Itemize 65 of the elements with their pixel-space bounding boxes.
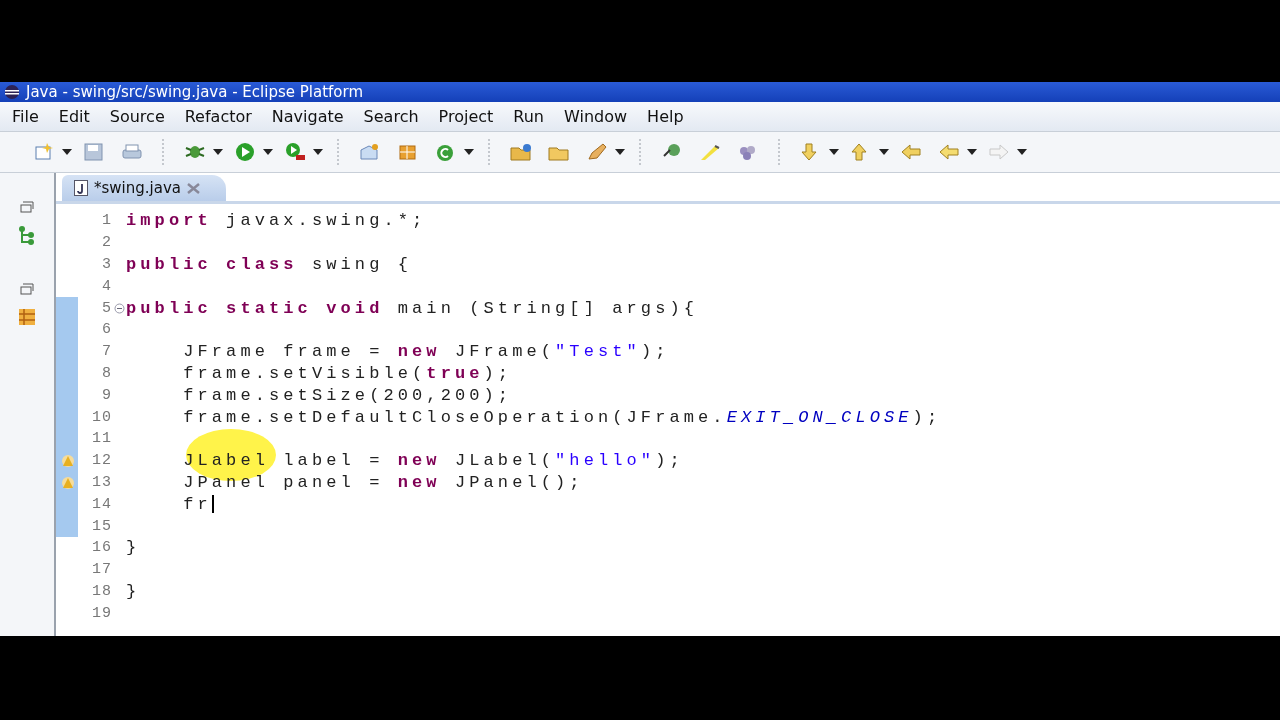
menu-item[interactable]: Refactor [174,107,262,126]
close-icon[interactable] [187,182,200,194]
line-number: 10 [91,408,112,426]
tree-icon[interactable] [17,225,37,245]
code-line: public class swing { [126,255,413,274]
caret-icon[interactable] [313,149,323,155]
code-line: JFrame frame = new JFrame("Test"); [182,342,670,362]
code-line: frame.setDefaultCloseOperation(JFrame.EXIT_ON_CLOSE); [182,407,942,427]
line-number: 9 [101,386,112,404]
line-number: 17 [91,561,112,579]
editor-tab[interactable]: *swing.java [62,175,226,201]
window-title: Java - swing/src/swing.java - Eclipse Platform [26,83,363,101]
caret-icon[interactable] [829,149,839,155]
caret-icon[interactable] [62,149,72,155]
caret-icon[interactable] [1017,149,1027,155]
line-number: 16 [91,539,112,557]
caret-icon[interactable] [464,149,474,155]
line-number: 18 [91,582,112,600]
code-line: } [126,538,141,558]
line-number: 2 [101,234,112,252]
line-number: 8 [101,364,112,382]
menu-item[interactable]: Project [428,107,504,126]
run-icon[interactable] [233,141,257,163]
caret-icon[interactable] [879,149,889,155]
external-tools-icon[interactable] [283,141,307,163]
code-line: JPanel panel = new JPanel(); [182,472,584,492]
menu-item[interactable]: Run [503,107,554,126]
menu-item[interactable]: Edit [48,107,100,126]
pencil-icon[interactable] [585,141,609,163]
left-arrow-icon[interactable] [937,141,961,163]
code-line: frame.setVisible(true); [182,363,513,383]
caret-icon[interactable] [263,149,273,155]
line-number: 4 [101,277,112,295]
line-number: 6 [101,321,112,339]
folder-icon[interactable] [509,141,533,163]
outline-icon[interactable] [17,307,37,327]
line-number: 11 [91,430,112,448]
caret-icon[interactable] [615,149,625,155]
caret-icon[interactable] [213,149,223,155]
back-arrow-icon[interactable] [899,141,923,163]
code-line: import javax.swing.*; [126,211,427,231]
menu-item[interactable]: Search [353,107,429,126]
caret-icon[interactable] [967,149,977,155]
eclipse-logo-icon [4,84,20,100]
line-number: 19 [91,604,112,622]
code-line: fr [182,494,214,514]
line-number: 14 [91,495,112,513]
menu-item[interactable]: File [2,107,49,126]
menu-item[interactable]: Source [99,107,175,126]
menu-item[interactable]: Navigate [261,107,354,126]
line-number: 3 [101,256,112,273]
menu-item[interactable]: Window [554,107,638,126]
code-line: public static void main (String[] args){ [126,298,699,318]
java-file-icon [74,180,88,196]
line-number: 7 [101,343,112,361]
line-number: 5 [101,299,112,317]
line-number: 1 [101,212,112,230]
fold-icon[interactable] [113,302,125,314]
line-number: 13 [91,473,112,491]
menu-item[interactable]: Help [637,107,694,126]
line-number: 15 [91,517,112,535]
line-number: 12 [91,452,112,470]
code-line: } [126,581,141,601]
save-icon[interactable] [82,141,106,163]
code-line: frame.setSize(200,200); [182,385,513,405]
